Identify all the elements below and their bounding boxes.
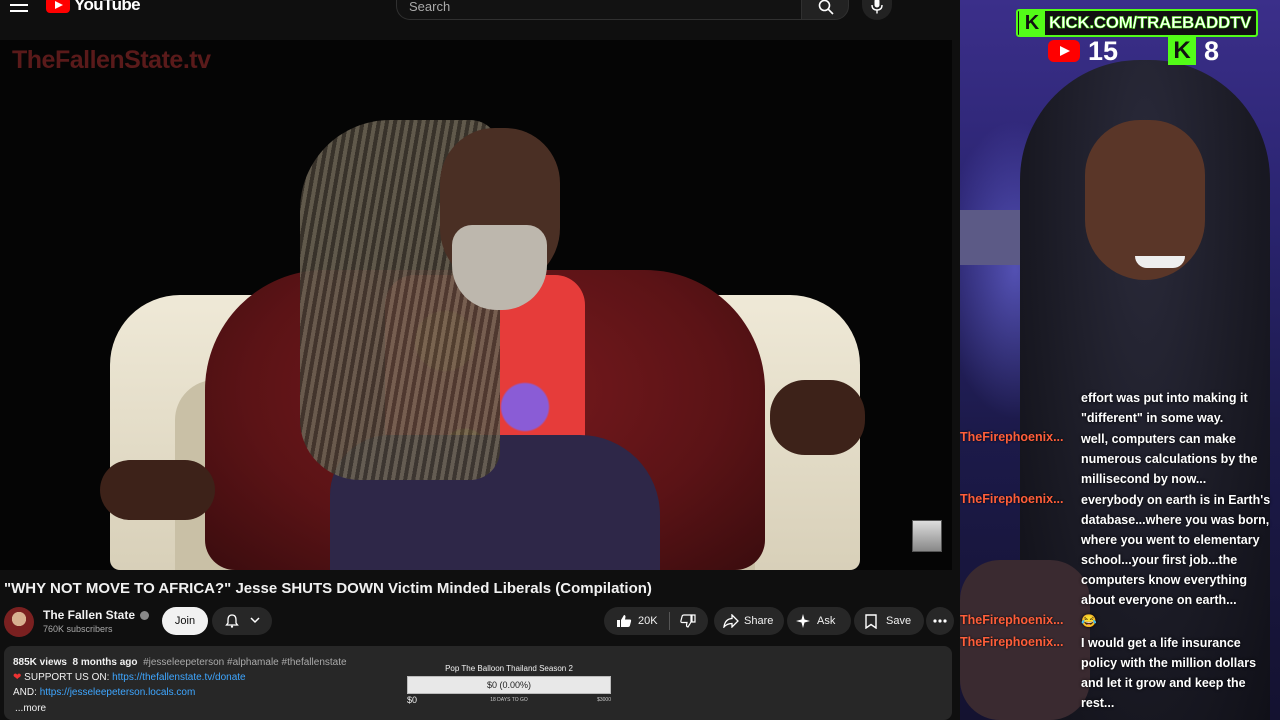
heart-icon: ❤: [13, 672, 22, 683]
hashtags[interactable]: #jesseleepeterson #alphamale #thefallens…: [143, 657, 346, 668]
join-button[interactable]: Join: [162, 607, 208, 635]
chat-message: effort was put into making it "different…: [1081, 391, 1248, 425]
smile-shape: [1135, 256, 1185, 268]
kick-viewer-counter: K 8: [1168, 35, 1220, 66]
kick-logo-icon: K: [1019, 11, 1045, 35]
share-button[interactable]: Share: [714, 607, 784, 635]
kick-icon: K: [1168, 37, 1196, 65]
sparkle-icon: [796, 614, 810, 628]
voice-search-button[interactable]: [862, 0, 892, 20]
channel-row: The Fallen State 760K subscribers Join 2…: [4, 606, 954, 638]
channel-watermark-thumbnail[interactable]: [912, 520, 942, 552]
verified-icon: [140, 611, 150, 621]
goal-progress-text: $0 (0.00%): [486, 680, 532, 690]
channel-name-text[interactable]: The Fallen State: [43, 608, 135, 622]
like-button[interactable]: 20K: [604, 607, 669, 635]
save-button[interactable]: Save: [854, 607, 924, 635]
screen: YouTube Search TheFallenState.tv "WHY NO…: [0, 0, 1280, 720]
goal-title: Pop The Balloon Thailand Season 2: [445, 664, 573, 673]
right-hand-shape: [770, 380, 865, 455]
more-horizontal-icon: [933, 619, 947, 623]
youtube-viewer-counter: 15: [1048, 35, 1119, 66]
chat-message: I would get a life insurance policy with…: [1081, 636, 1257, 710]
more-actions-button[interactable]: [926, 607, 954, 635]
upload-age: 8 months ago: [72, 657, 138, 668]
show-more-link[interactable]: ...more: [15, 703, 46, 714]
left-hand-shape: [100, 460, 215, 520]
search-icon: [818, 0, 834, 15]
video-player[interactable]: TheFallenState.tv: [0, 40, 952, 570]
save-label: Save: [886, 615, 912, 627]
webcam-pane: K KICK.COM/TRAEBADDTV 15 K 8 effort was …: [960, 0, 1280, 720]
youtube-icon: [1048, 40, 1080, 62]
ask-label: Ask: [817, 615, 836, 627]
chat-username: TheFirephoenix...: [960, 635, 1064, 649]
chat-username: TheFirephoenix...: [960, 430, 1064, 444]
video-title: "WHY NOT MOVE TO AFRICA?" Jesse SHUTS DO…: [4, 580, 652, 597]
subscriber-count: 760K subscribers: [43, 624, 113, 634]
description-meta: 885K views 8 months ago #jesseleepeterso…: [13, 657, 347, 668]
kick-viewer-count: 8: [1204, 35, 1220, 66]
search-button[interactable]: [801, 0, 849, 20]
microphone-icon: [871, 0, 883, 14]
goal-progress-bar: $0 (0.00%): [407, 676, 611, 694]
chat-message: well, computers can make numerous calcul…: [1081, 432, 1258, 486]
chat-username: TheFirephoenix...: [960, 492, 1064, 506]
chat-username: TheFirephoenix...: [960, 613, 1064, 627]
search-placeholder: Search: [409, 0, 451, 14]
support-line: ❤ SUPPORT US ON: https://thefallenstate.…: [13, 672, 246, 683]
kick-url: KICK.COM/TRAEBADDTV: [1049, 13, 1252, 33]
bell-icon: [225, 614, 239, 628]
chat-message: 😂: [1081, 614, 1097, 628]
donate-link[interactable]: https://thefallenstate.tv/donate: [112, 672, 245, 683]
locals-line: AND: https://jesseleepeterson.locals.com: [13, 687, 195, 698]
youtube-logo[interactable]: YouTube: [46, 0, 141, 16]
thumbs-up-icon: [617, 615, 632, 627]
channel-avatar[interactable]: [4, 607, 34, 637]
locals-link[interactable]: https://jesseleepeterson.locals.com: [40, 687, 196, 698]
channel-name[interactable]: The Fallen State: [43, 608, 150, 622]
support-label: SUPPORT US ON:: [24, 672, 110, 683]
goal-widget: Pop The Balloon Thailand Season 2 $0 (0.…: [404, 662, 614, 720]
goal-days-label: 18 DAYS TO GO: [490, 697, 528, 703]
and-label: AND:: [13, 687, 37, 698]
youtube-topbar: YouTube Search: [0, 0, 960, 28]
video-watermark: TheFallenState.tv: [12, 46, 211, 74]
bookmark-icon: [865, 614, 877, 629]
view-count: 885K views: [13, 657, 67, 668]
share-icon: [723, 614, 739, 628]
chat-message: everybody on earth is in Earth's databas…: [1081, 493, 1271, 607]
thumbs-down-icon: [680, 614, 696, 628]
youtube-pane: YouTube Search TheFallenState.tv "WHY NO…: [0, 0, 960, 720]
ask-button[interactable]: Ask: [787, 607, 851, 635]
hamburger-menu-icon[interactable]: [10, 0, 28, 12]
goal-max-label: $3000: [597, 697, 611, 703]
search-input[interactable]: Search: [396, 0, 802, 20]
kick-banner: K KICK.COM/TRAEBADDTV: [1016, 9, 1258, 37]
dislike-button[interactable]: [670, 607, 708, 635]
beard-shape: [452, 225, 547, 310]
chevron-down-icon: [250, 617, 260, 624]
like-dislike-group: 20K: [604, 607, 708, 635]
youtube-viewer-count: 15: [1088, 35, 1119, 66]
subscribed-bell-button[interactable]: [212, 607, 272, 635]
youtube-logo-text: YouTube: [74, 0, 141, 14]
youtube-play-icon: [46, 0, 70, 13]
share-label: Share: [744, 615, 774, 627]
like-count: 20K: [638, 615, 658, 627]
